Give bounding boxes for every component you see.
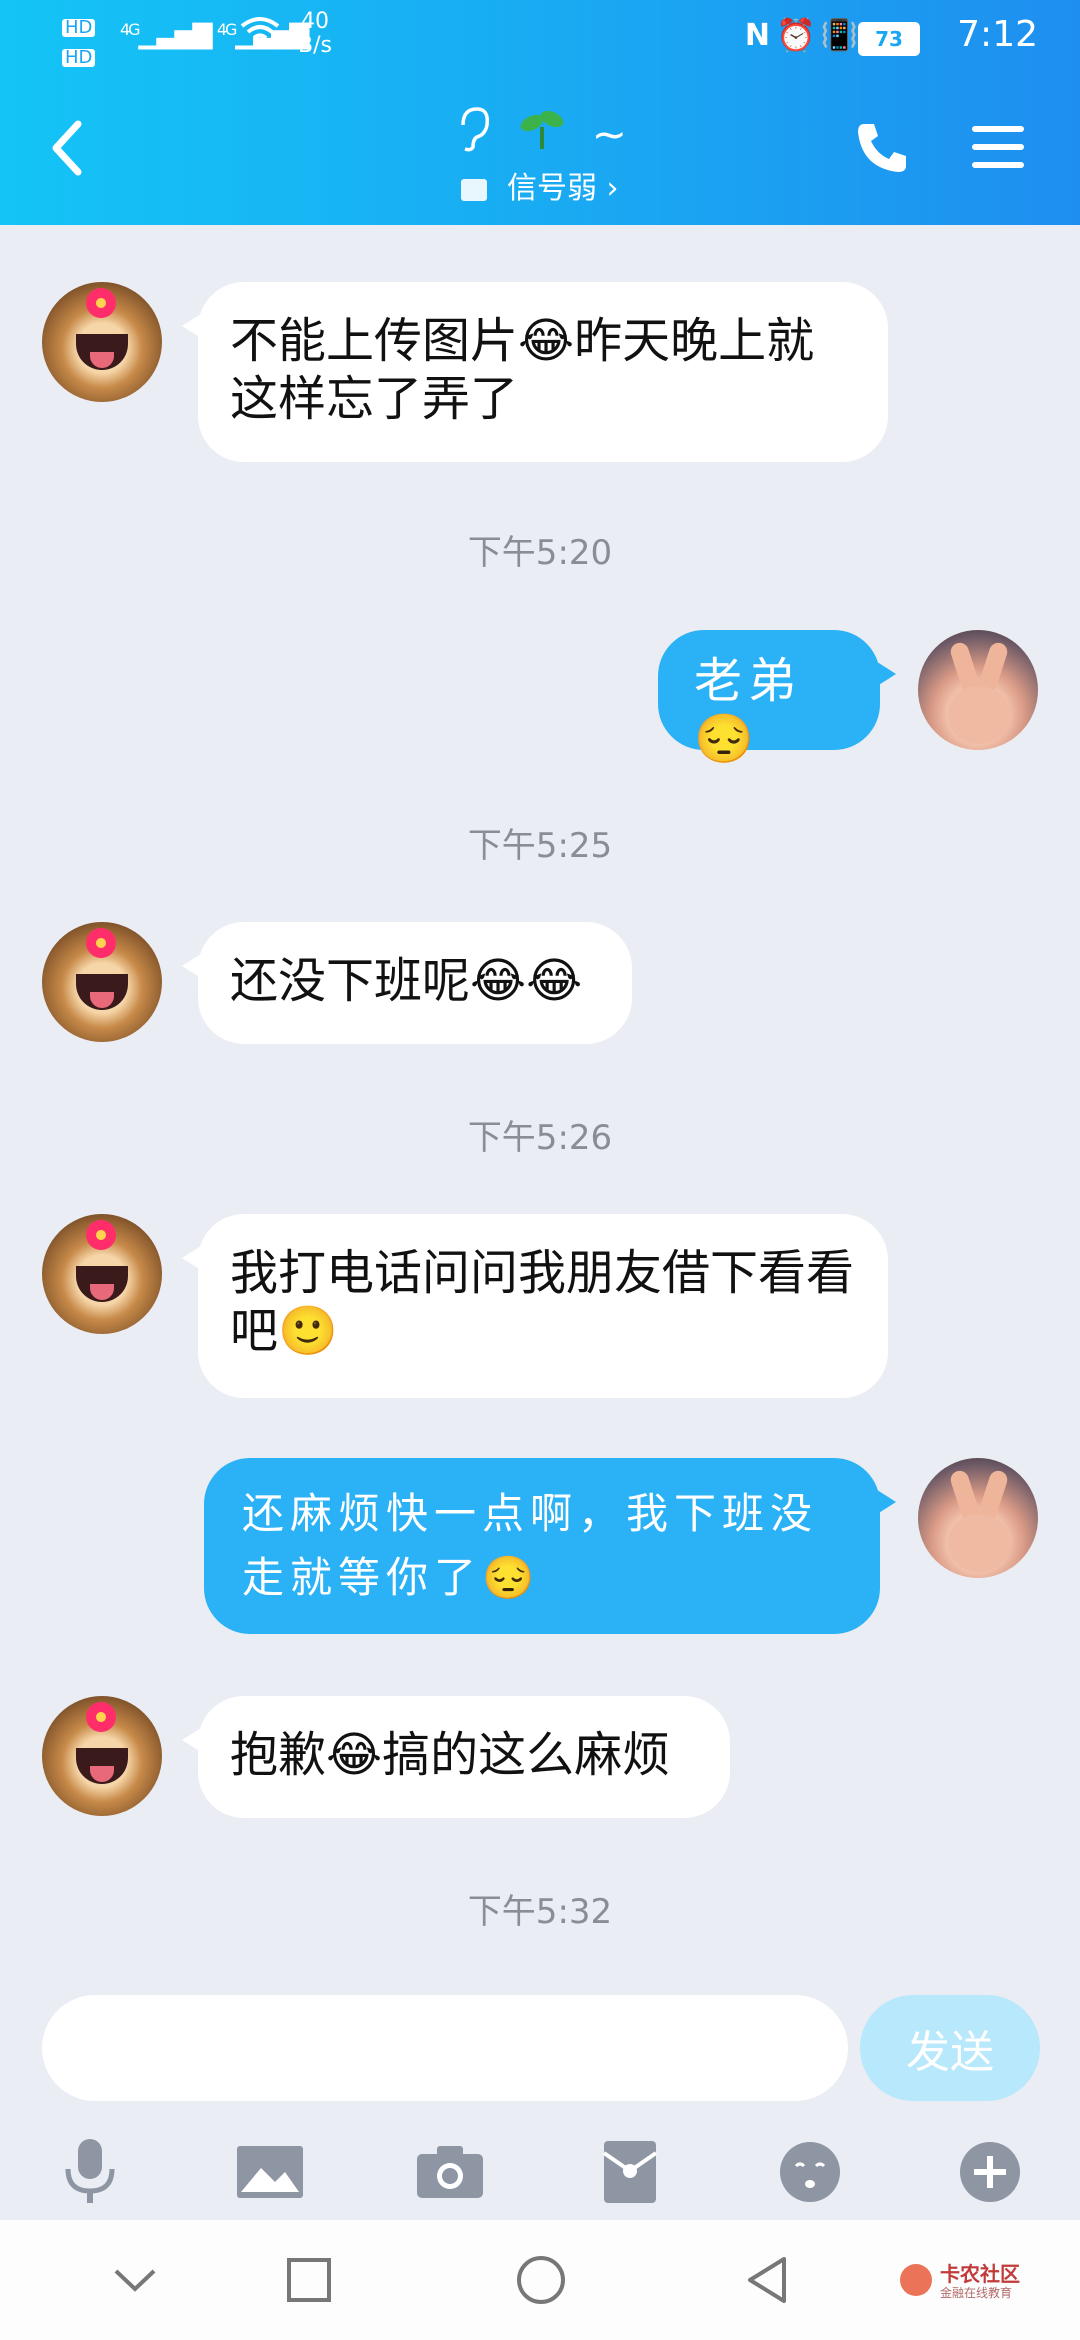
emoji-icon[interactable]: [770, 2132, 850, 2212]
flower-icon: [86, 1702, 116, 1732]
contact-avatar[interactable]: [42, 282, 162, 402]
send-button[interactable]: 发送: [860, 1995, 1040, 2101]
network-speed: 40 B/s: [298, 10, 332, 58]
message-text: 还麻烦快一点啊，我下班没走就等你了😔: [242, 1489, 819, 1602]
speed-value: 40: [300, 9, 329, 34]
status-time: 7:12: [957, 14, 1038, 55]
battery-icon: 73: [858, 22, 920, 56]
message-text: 还没下班呢😂😂: [230, 953, 583, 1009]
recents-button[interactable]: [274, 2245, 344, 2315]
message-bubble-incoming[interactable]: 不能上传图片😂昨天晚上就这样忘了弄了: [182, 282, 888, 462]
home-button[interactable]: [506, 2245, 576, 2315]
message-timestamp: 下午5:26: [467, 1118, 613, 1158]
chevron-down-icon[interactable]: [100, 2245, 170, 2315]
message-text: 我打电话问问我朋友借下看看吧🙂: [230, 1245, 855, 1359]
wifi-icon: [240, 16, 280, 55]
sim-indicators: HD HD: [62, 10, 96, 70]
watermark-subtitle: 金融在线教育: [940, 2286, 1013, 2300]
contact-avatar[interactable]: [42, 1214, 162, 1334]
alarm-icon: ⏰: [776, 16, 816, 54]
contact-avatar[interactable]: [42, 1696, 162, 1816]
chevron-right-icon: ›: [606, 171, 619, 206]
message-text: 不能上传图片😂昨天晚上就这样忘了弄了: [230, 313, 815, 427]
compose-bar: 发送: [0, 1985, 1080, 2120]
watermark-icon: [900, 2264, 932, 2296]
red-packet-icon[interactable]: [590, 2132, 670, 2212]
ear-icon: [453, 105, 493, 163]
message-bubble-outgoing[interactable]: 还麻烦快一点啊，我下班没走就等你了😔: [204, 1458, 896, 1634]
avatar-body: [948, 1514, 1010, 1572]
menu-icon[interactable]: [970, 122, 1026, 172]
watermark-title: 卡农社区: [940, 2262, 1020, 2286]
flower-icon: [86, 288, 116, 318]
nfc-icon: N: [744, 18, 770, 53]
flower-icon: [86, 928, 116, 958]
plus-icon[interactable]: [950, 2132, 1030, 2212]
status-bar: HD HD 4G▁▃▅▇ 4G▁▃▅▇ 40 B/s N ⏰ 📳 73 7:12: [0, 0, 1080, 75]
watermark-logo: 卡农社区 金融在线教育: [900, 2258, 1040, 2308]
contact-avatar[interactable]: [42, 922, 162, 1042]
message-text: 老弟😔: [694, 653, 803, 767]
message-text: 抱歉😂搞的这么麻烦: [230, 1727, 671, 1783]
message-bubble-outgoing[interactable]: 老弟😔: [658, 630, 896, 767]
flower-icon: [86, 1220, 116, 1250]
contact-name: ~: [591, 109, 627, 159]
signal-weak-icon: [461, 178, 488, 201]
message-bubble-incoming[interactable]: 抱歉😂搞的这么麻烦: [182, 1696, 730, 1818]
self-avatar[interactable]: [918, 630, 1038, 750]
message-bubble-incoming[interactable]: 还没下班呢😂😂: [182, 922, 632, 1044]
back-nav-button[interactable]: [734, 2245, 804, 2315]
message-timestamp: 下午5:25: [467, 826, 613, 866]
message-bubble-incoming[interactable]: 我打电话问问我朋友借下看看吧🙂: [182, 1214, 888, 1398]
vibrate-icon: 📳: [820, 18, 858, 53]
chat-title[interactable]: ~ 信号弱 ›: [0, 105, 1080, 207]
message-timestamp: 下午5:32: [467, 1892, 613, 1932]
sprout-icon: [518, 105, 566, 163]
system-nav-bar: 卡农社区 金融在线教育: [0, 2220, 1080, 2340]
message-timestamp: 下午5:20: [467, 533, 613, 573]
microphone-icon[interactable]: [50, 2132, 130, 2212]
sim2-hd: HD: [62, 49, 96, 67]
input-toolbar: [0, 2120, 1080, 2220]
message-input[interactable]: [42, 1995, 848, 2101]
connection-status: 信号弱: [507, 171, 597, 206]
speed-unit: B/s: [298, 33, 332, 58]
avatar-body: [948, 686, 1010, 744]
image-icon[interactable]: [230, 2132, 310, 2212]
camera-icon[interactable]: [410, 2132, 490, 2212]
top-bar: HD HD 4G▁▃▅▇ 4G▁▃▅▇ 40 B/s N ⏰ 📳 73 7:12: [0, 0, 1080, 225]
self-avatar[interactable]: [918, 1458, 1038, 1578]
phone-icon[interactable]: [852, 118, 912, 178]
sim1-hd: HD: [62, 19, 96, 37]
